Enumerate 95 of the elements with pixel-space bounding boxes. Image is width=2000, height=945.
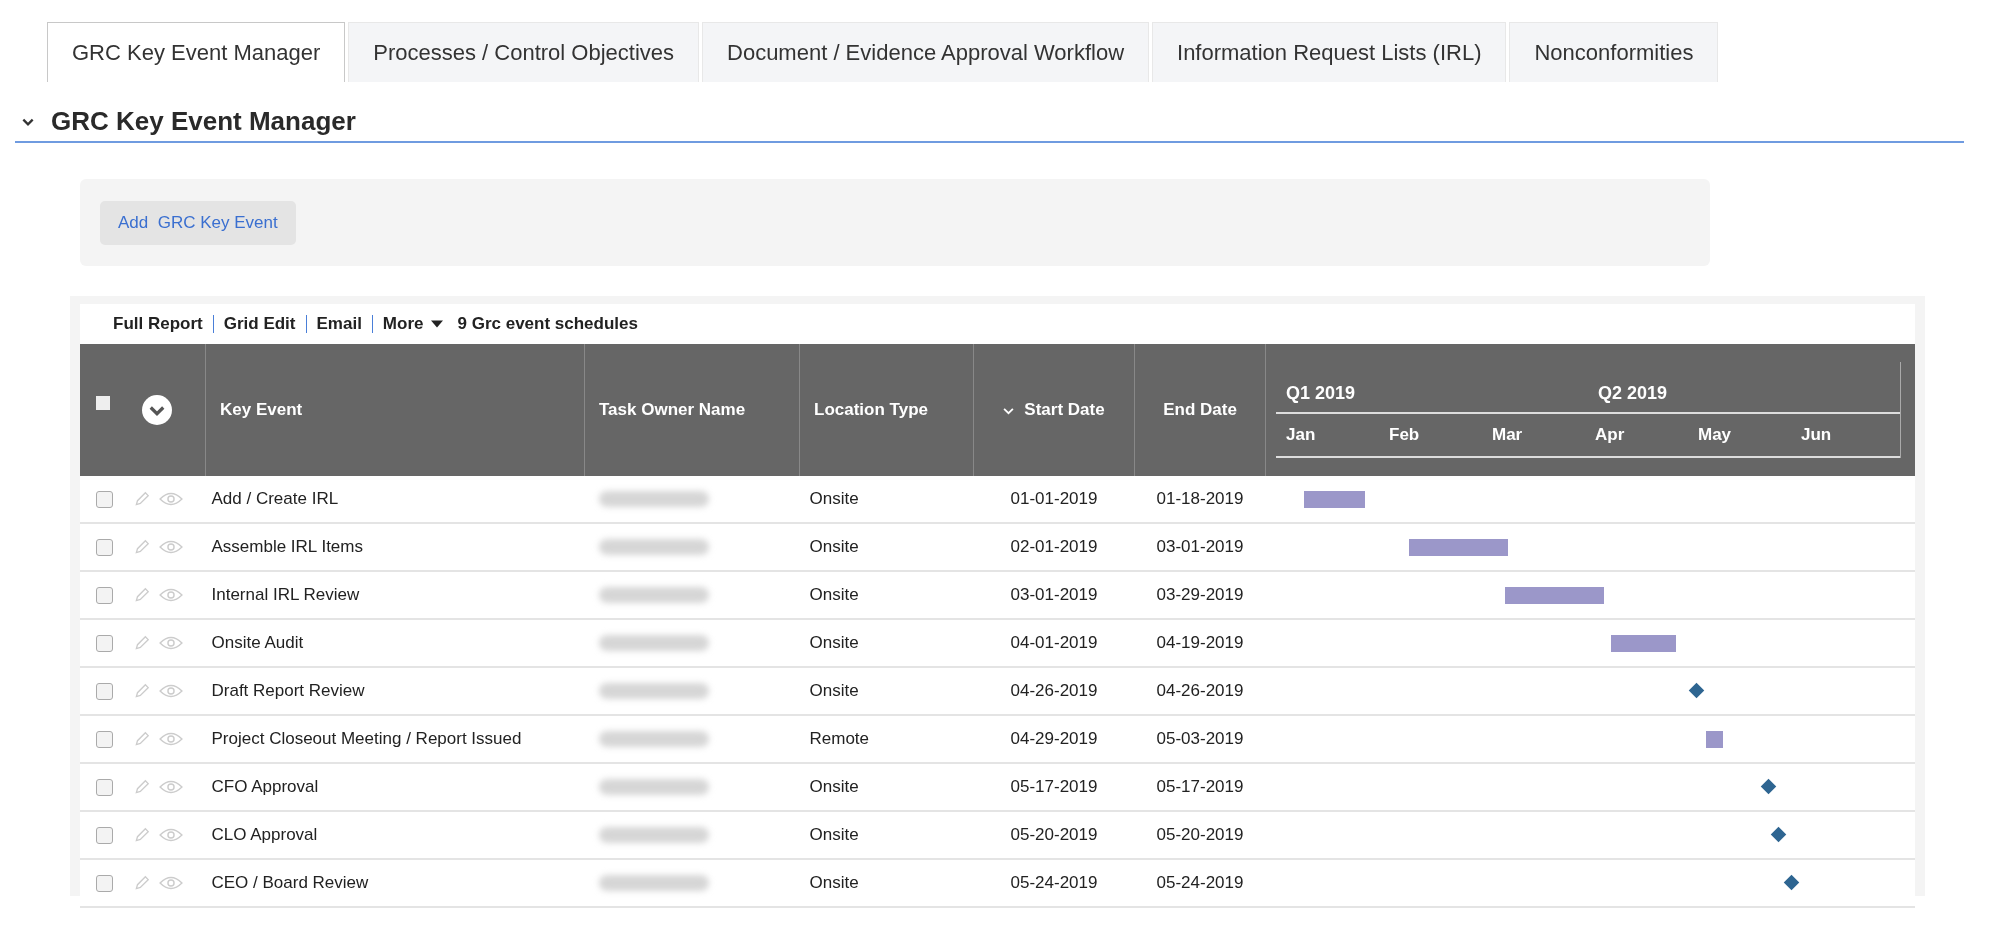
pencil-icon[interactable] [133, 682, 151, 700]
table-cell: 04-26-2019 [973, 667, 1135, 715]
table-cell: Onsite [799, 619, 974, 667]
table-cell: Internal IRL Review [205, 571, 585, 619]
sort-icon [1003, 407, 1015, 415]
table-cell: Onsite Audit [205, 619, 585, 667]
table-cell: 04-19-2019 [1134, 619, 1266, 667]
eye-icon[interactable] [159, 587, 183, 603]
table-cell: 05-24-2019 [973, 859, 1135, 907]
table-cell: Onsite [799, 763, 974, 811]
table-cell: CFO Approval [205, 763, 585, 811]
month-label: Apr [1594, 425, 1626, 445]
column-header[interactable]: Task Owner Name [584, 344, 800, 476]
table-cell: 03-01-2019 [973, 571, 1135, 619]
month-label: Jan [1285, 425, 1317, 445]
row-checkbox[interactable] [96, 730, 113, 748]
more-menu[interactable]: More [382, 314, 444, 334]
table-cell: Onsite [799, 859, 974, 907]
column-header[interactable]: Location Type [799, 344, 974, 476]
record-count: 9 Grc event schedules [457, 314, 638, 334]
table-cell: Project Closeout Meeting / Report Issued [205, 715, 585, 763]
tab[interactable]: Information Request Lists (IRL) [1152, 22, 1507, 82]
table-cell: Onsite [799, 571, 974, 619]
table-cell: CLO Approval [205, 811, 585, 859]
month-label: Jun [1800, 425, 1833, 445]
table-cell: Add / Create IRL [205, 476, 585, 523]
tab[interactable]: GRC Key Event Manager [47, 22, 346, 82]
row-checkbox[interactable] [96, 538, 113, 556]
table-cell: Onsite [799, 667, 974, 715]
pencil-icon[interactable] [133, 778, 151, 796]
quarter-label: Q1 2019 [1285, 383, 1357, 404]
gantt-bar [1706, 731, 1724, 748]
toolbar-link[interactable]: Email [316, 314, 362, 334]
pencil-icon[interactable] [133, 634, 151, 652]
table-cell: 05-17-2019 [973, 763, 1135, 811]
table-cell: Onsite [799, 523, 974, 571]
gantt-bar [1303, 491, 1365, 508]
row-checkbox[interactable] [96, 826, 113, 844]
table-cell: Onsite [799, 476, 974, 523]
table-cell: 05-20-2019 [1134, 811, 1266, 859]
tab[interactable]: Processes / Control Objectives [348, 22, 699, 82]
column-header[interactable]: Key Event [205, 344, 585, 476]
table-cell: Draft Report Review [205, 667, 585, 715]
eye-icon[interactable] [159, 539, 183, 555]
pencil-icon[interactable] [133, 490, 151, 508]
table-cell: 05-24-2019 [1134, 859, 1266, 907]
section-title: GRC Key Event Manager [51, 106, 356, 137]
eye-icon[interactable] [159, 827, 183, 843]
pencil-icon[interactable] [133, 730, 151, 748]
quarter-label: Q2 2019 [1597, 383, 1669, 404]
select-all-checkbox[interactable] [96, 396, 110, 410]
pencil-icon[interactable] [133, 826, 151, 844]
column-header[interactable]: Start Date [973, 344, 1135, 476]
pencil-icon[interactable] [133, 874, 151, 892]
eye-icon[interactable] [159, 731, 183, 747]
month-label: Feb [1388, 425, 1421, 445]
eye-icon[interactable] [159, 875, 183, 891]
table-cell: 04-29-2019 [973, 715, 1135, 763]
table-cell: 01-18-2019 [1134, 476, 1266, 523]
pencil-icon[interactable] [133, 586, 151, 604]
table-cell: 05-03-2019 [1134, 715, 1266, 763]
eye-icon[interactable] [159, 635, 183, 651]
table-cell: Onsite [799, 811, 974, 859]
row-checkbox[interactable] [96, 682, 113, 700]
eye-icon[interactable] [159, 779, 183, 795]
row-checkbox[interactable] [96, 634, 113, 652]
table-cell: 04-01-2019 [973, 619, 1135, 667]
expand-circle-icon[interactable] [142, 395, 172, 425]
row-checkbox[interactable] [96, 778, 113, 796]
table-cell: 05-17-2019 [1134, 763, 1266, 811]
table-cell: 03-01-2019 [1134, 523, 1266, 571]
table-cell: 04-26-2019 [1134, 667, 1266, 715]
table-cell: 02-01-2019 [973, 523, 1135, 571]
table-cell: 01-01-2019 [973, 476, 1135, 523]
pencil-icon[interactable] [133, 538, 151, 556]
table-cell: Assemble IRL Items [205, 523, 585, 571]
tab[interactable]: Nonconformities [1509, 22, 1719, 82]
toolbar-link[interactable]: Full Report [113, 314, 203, 334]
table-cell: Remote [799, 715, 974, 763]
caret-icon [431, 320, 444, 328]
tab[interactable]: Document / Evidence Approval Workflow [702, 22, 1149, 82]
eye-icon[interactable] [159, 491, 183, 507]
column-header[interactable]: End Date [1134, 344, 1266, 476]
row-checkbox[interactable] [96, 874, 113, 892]
table-cell: 05-20-2019 [973, 811, 1135, 859]
month-label: May [1697, 425, 1733, 445]
table-cell: 03-29-2019 [1134, 571, 1266, 619]
month-label: Mar [1491, 425, 1524, 445]
row-checkbox[interactable] [96, 490, 113, 508]
gantt-bar [1610, 635, 1676, 652]
add-event-button[interactable]: Add GRC Key Event [100, 200, 296, 245]
eye-icon[interactable] [159, 683, 183, 699]
row-checkbox[interactable] [96, 586, 113, 604]
table-cell: CEO / Board Review [205, 859, 585, 907]
toolbar-link[interactable]: Grid Edit [223, 314, 296, 334]
